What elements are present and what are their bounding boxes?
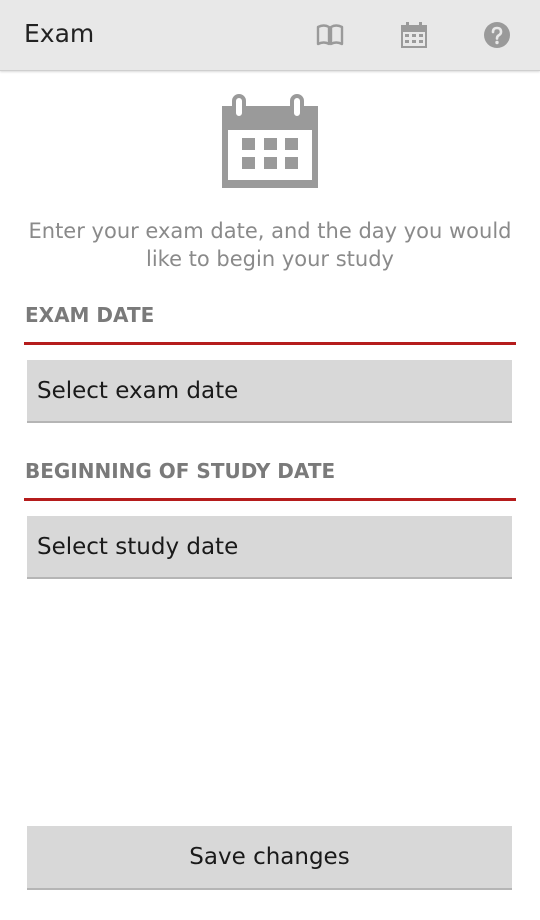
book-icon[interactable] xyxy=(312,17,348,53)
study-date-divider xyxy=(24,498,516,501)
exam-date-label: EXAM DATE xyxy=(25,303,155,327)
intro-text: Enter your exam date, and the day you wo… xyxy=(28,219,512,271)
select-study-date-button[interactable]: Select study date xyxy=(27,516,512,579)
app-title: Exam xyxy=(24,19,95,48)
hero-calendar-icon xyxy=(220,94,320,190)
help-icon[interactable] xyxy=(479,17,515,53)
action-bar: Exam xyxy=(0,0,540,71)
exam-screen: Exam Enter your exam date, and the day y… xyxy=(0,0,540,920)
save-changes-button[interactable]: Save changes xyxy=(27,826,512,890)
study-date-label: BEGINNING OF STUDY DATE xyxy=(25,459,336,483)
select-exam-date-button[interactable]: Select exam date xyxy=(27,360,512,423)
calendar-icon[interactable] xyxy=(396,17,432,53)
exam-date-divider xyxy=(24,342,516,345)
